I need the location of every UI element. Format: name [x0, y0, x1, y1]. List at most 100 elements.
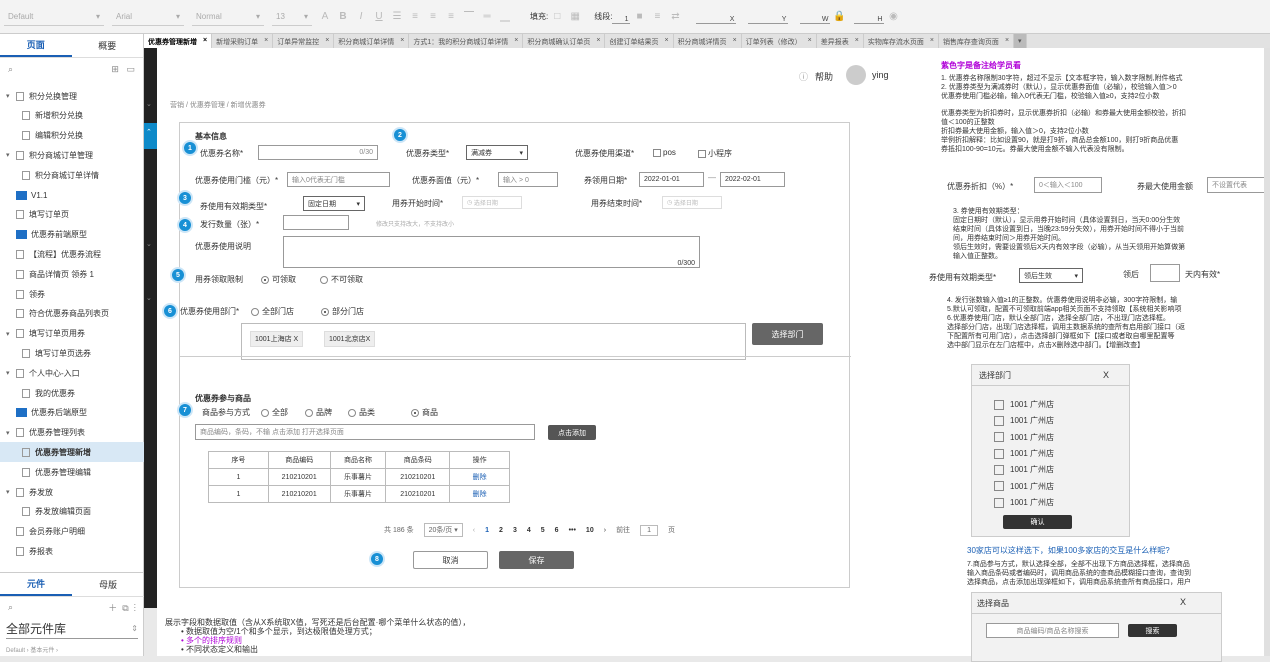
radio-button[interactable]: [348, 408, 356, 417]
close-icon[interactable]: ×: [400, 37, 404, 45]
tab-page[interactable]: 优惠券管理新增 ×: [144, 34, 213, 48]
goods-mode-all-option[interactable]: 全部: [261, 407, 288, 418]
claim-limit-no-option[interactable]: 不可领取: [320, 274, 363, 285]
face-value-input[interactable]: 输入 > 0: [498, 172, 558, 187]
confirm-button[interactable]: 确认: [1003, 515, 1072, 529]
description-textarea[interactable]: 0/300: [283, 236, 700, 268]
close-icon[interactable]: ×: [855, 37, 859, 45]
radio-button[interactable]: [251, 307, 259, 316]
page-tree-item[interactable]: 我的优惠券: [0, 383, 144, 403]
dept-option[interactable]: 1001 广州店: [994, 399, 1054, 410]
page-tree-item[interactable]: 券报表: [0, 541, 144, 561]
align-middle-icon[interactable]: ═: [481, 11, 493, 23]
checkbox[interactable]: [994, 432, 1004, 443]
add-folder-icon[interactable]: ▭: [126, 64, 135, 74]
w-field[interactable]: W: [800, 10, 831, 24]
font-color-icon[interactable]: A: [319, 11, 331, 23]
tab-widgets[interactable]: 元件: [0, 574, 72, 596]
pager-page[interactable]: 3: [513, 527, 517, 534]
page-tree-item[interactable]: 符合优惠券商品列表页: [0, 304, 144, 324]
search-icon[interactable]: ⌕: [8, 602, 13, 613]
page-tree-item[interactable]: ▾ 个人中心-入口: [0, 363, 144, 383]
tab-page[interactable]: 订单列表（修改） ×: [742, 34, 817, 48]
help-link[interactable]: 帮助: [815, 70, 833, 83]
tab-page[interactable]: 销售库存查询页面 ×: [939, 34, 1015, 48]
help-icon[interactable]: ⓘ: [799, 70, 808, 83]
pager-goto-input[interactable]: 1: [640, 524, 658, 536]
tab-page[interactable]: 创建订单结果页 ×: [605, 34, 674, 48]
tab-page[interactable]: 积分商城确认订单页 ×: [523, 34, 606, 48]
validity-select[interactable]: 固定日期 ▾: [303, 196, 365, 211]
style-select[interactable]: Default ▾: [4, 8, 104, 26]
line-width-field[interactable]: 1: [612, 10, 631, 24]
close-icon[interactable]: X: [1103, 370, 1109, 380]
underline-icon[interactable]: U: [373, 11, 385, 23]
tab-page[interactable]: 积分商城订单详情 ×: [334, 34, 410, 48]
close-icon[interactable]: ×: [514, 37, 518, 45]
fill-color-icon[interactable]: □: [551, 11, 563, 23]
checkbox[interactable]: [653, 148, 661, 157]
tab-overflow-button[interactable]: ▾: [1014, 34, 1027, 48]
line-style-icon[interactable]: ≡: [651, 11, 663, 23]
chevron-up-icon[interactable]: ⌃: [146, 128, 152, 136]
align-center-icon[interactable]: ≡: [427, 11, 439, 23]
dept-option[interactable]: 1001 广州店: [994, 481, 1054, 492]
list-icon[interactable]: ☰: [391, 11, 403, 23]
page-tree-item[interactable]: 商品详情页 领券 1: [0, 264, 144, 284]
channel-mini-option[interactable]: 小程序: [698, 148, 732, 159]
visibility-icon[interactable]: ◉: [887, 11, 899, 23]
expand-icon[interactable]: ▾: [6, 330, 14, 338]
goods-search-input[interactable]: 商品编码，条码，不输 点击添加 打开选择页面: [195, 424, 535, 440]
chevron-down-icon[interactable]: ⌄: [146, 240, 152, 248]
align-bottom-icon[interactable]: ⎽: [499, 11, 511, 23]
size-select[interactable]: 13 ▾: [272, 8, 312, 26]
close-icon[interactable]: ×: [733, 37, 737, 45]
tab-page[interactable]: 积分商城详情页 ×: [674, 34, 742, 48]
search-button[interactable]: 搜索: [1128, 624, 1177, 637]
copy-icon[interactable]: ⧉: [122, 603, 128, 613]
tab-masters[interactable]: 母版: [72, 578, 144, 591]
store-tag[interactable]: 1001上海店 X: [250, 331, 304, 347]
coupon-type-select[interactable]: 满减券 ▾: [466, 145, 528, 160]
close-icon[interactable]: ×: [930, 37, 934, 45]
page-tree-item[interactable]: V1.1: [0, 185, 144, 205]
goods-mode-category-option[interactable]: 品类: [348, 407, 375, 418]
line-color-icon[interactable]: ■: [633, 11, 645, 23]
claim-limit-yes-option[interactable]: 可领取: [261, 274, 296, 285]
italic-icon[interactable]: I: [355, 11, 367, 23]
tab-page[interactable]: 差异报表 ×: [817, 34, 864, 48]
fill-pattern-icon[interactable]: ▦: [569, 11, 581, 23]
close-icon[interactable]: ×: [664, 37, 668, 45]
align-top-icon[interactable]: ⎺: [463, 11, 475, 23]
lock-icon[interactable]: 🔒: [833, 11, 845, 23]
radio-button[interactable]: [305, 408, 313, 417]
align-left-icon[interactable]: ≡: [409, 11, 421, 23]
dept-part-option[interactable]: 部分门店: [321, 306, 364, 317]
cancel-button[interactable]: 取消: [413, 551, 488, 569]
pager-next[interactable]: ›: [604, 527, 606, 534]
dept-option[interactable]: 1001 广州店: [994, 497, 1054, 508]
font-select[interactable]: Arial ▾: [112, 8, 184, 26]
page-tree-item[interactable]: 领券: [0, 284, 144, 304]
page-tree-item[interactable]: ▾ 积分兑换管理: [0, 86, 144, 106]
coupon-name-input[interactable]: 0/30: [258, 145, 378, 160]
library-select[interactable]: 全部元件库 ⇕: [6, 619, 138, 639]
chevron-down-icon[interactable]: ⌄: [146, 100, 152, 108]
add-goods-button[interactable]: 点击添加: [548, 425, 596, 440]
page-tree-item[interactable]: 券发放编辑页面: [0, 502, 144, 522]
page-tree-item[interactable]: ▾ 填写订单页用券: [0, 324, 144, 344]
expand-icon[interactable]: ▾: [6, 92, 14, 100]
add-page-icon[interactable]: ⊞: [111, 64, 119, 74]
align-right-icon[interactable]: ≡: [445, 11, 457, 23]
tab-page[interactable]: 实物库存流水页面 ×: [864, 34, 939, 48]
dept-option[interactable]: 1001 广州店: [994, 432, 1054, 443]
more-icon[interactable]: ⋮: [134, 603, 136, 613]
channel-pos-option[interactable]: pos: [653, 148, 676, 157]
dept-option[interactable]: 1001 广州店: [994, 448, 1054, 459]
delete-link[interactable]: 删除: [449, 468, 510, 486]
checkbox[interactable]: [994, 497, 1004, 508]
select-dept-button[interactable]: 选择部门: [752, 323, 823, 345]
after-days-input[interactable]: [1150, 264, 1180, 282]
goods-mode-brand-option[interactable]: 品牌: [305, 407, 332, 418]
dept-option[interactable]: 1001 广州店: [994, 415, 1054, 427]
